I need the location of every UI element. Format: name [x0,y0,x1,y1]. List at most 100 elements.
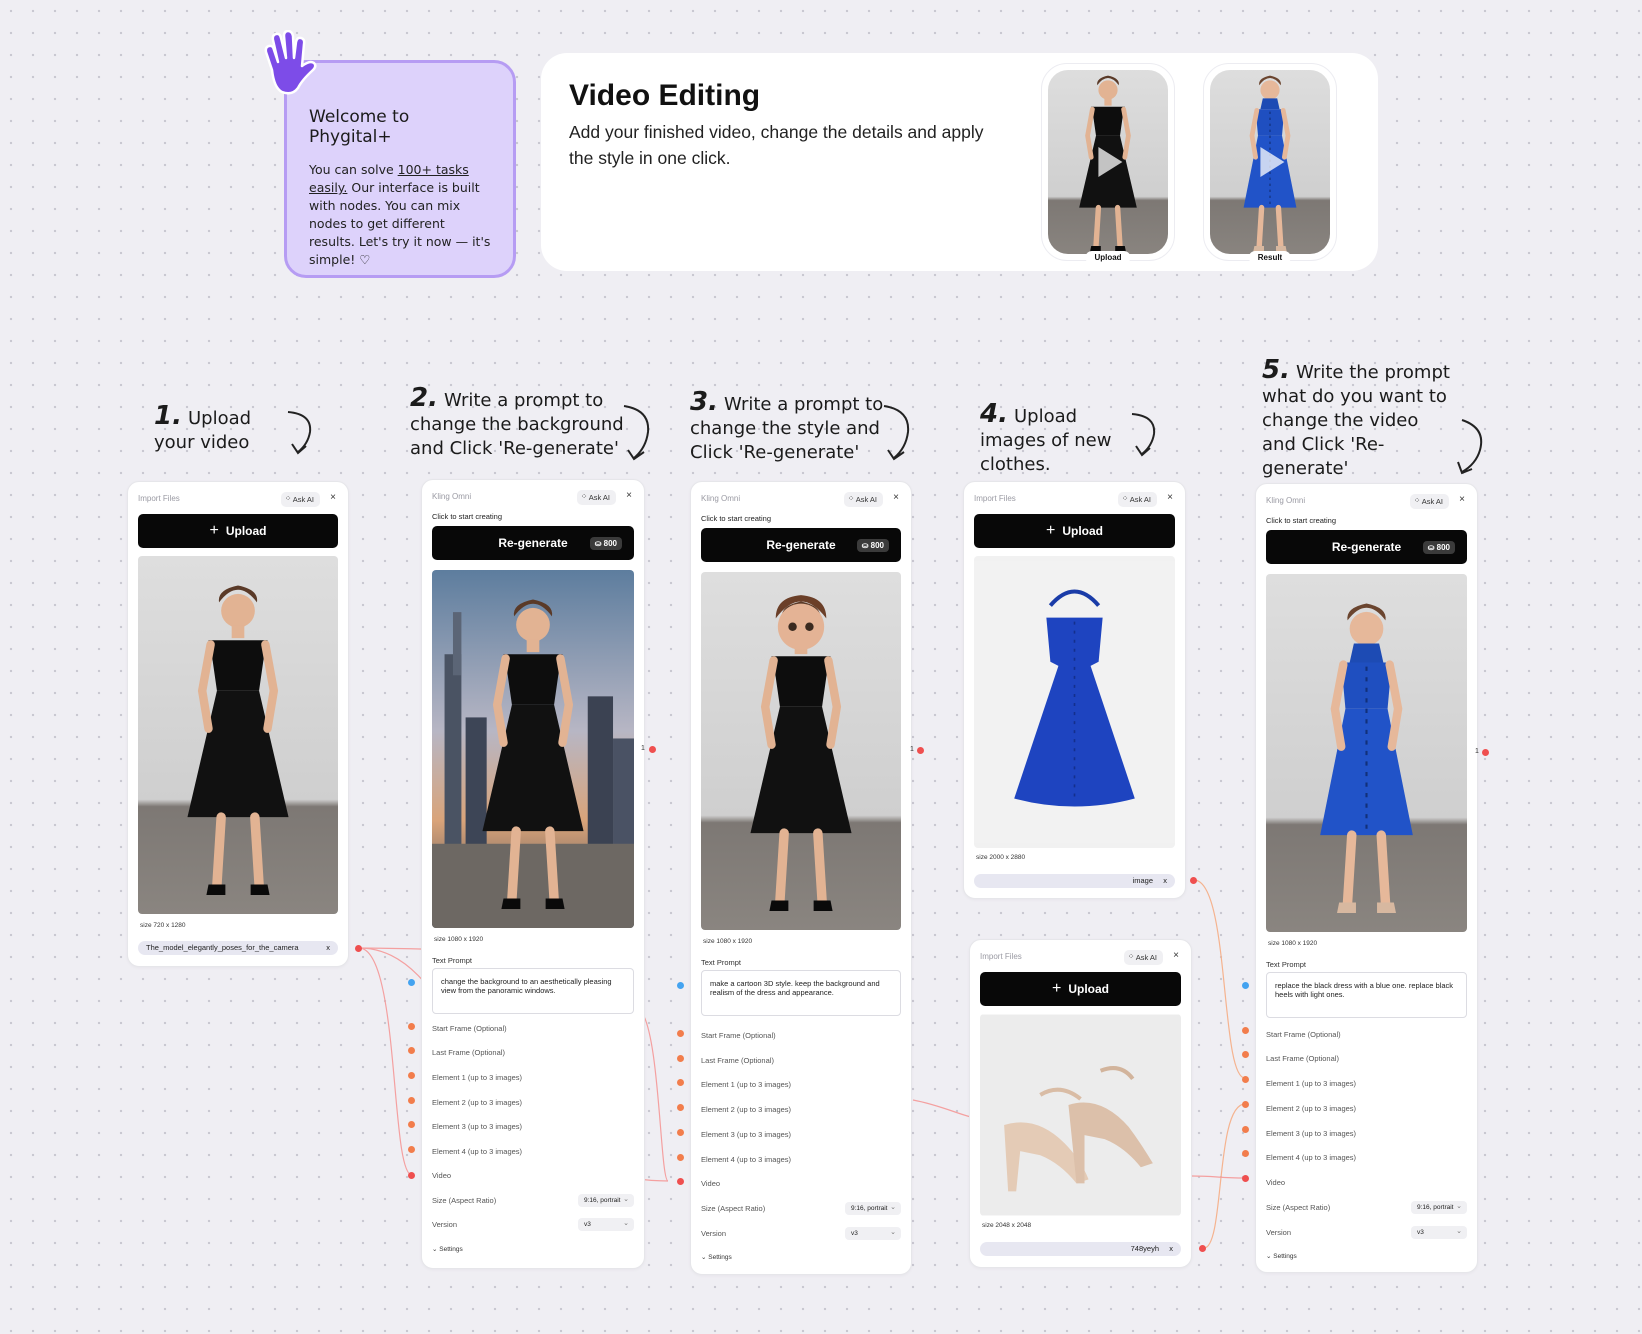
last-frame-field[interactable]: Last Frame (Optional) [1266,1054,1339,1063]
ask-ai-button[interactable]: ⁘ Ask AI [1123,950,1163,965]
close-icon[interactable]: × [1167,492,1173,503]
input-port[interactable] [408,1146,415,1153]
input-port[interactable] [408,979,415,986]
last-frame-field[interactable]: Last Frame (Optional) [701,1056,774,1065]
element-3-field[interactable]: Element 3 (up to 3 images) [701,1130,791,1139]
ask-ai-button[interactable]: ⁘ Ask AI [843,492,883,507]
input-port[interactable] [677,1055,684,1062]
text-prompt-input[interactable]: make a cartoon 3D style. keep the backgr… [701,970,901,1016]
file-chip[interactable]: image x [974,874,1175,888]
upload-thumbnail[interactable]: Upload [1041,63,1175,264]
play-icon[interactable] [1098,147,1123,177]
input-port[interactable] [408,1097,415,1104]
input-port[interactable] [1242,1051,1249,1058]
element-4-field[interactable]: Element 4 (up to 3 images) [701,1155,791,1164]
output-port[interactable] [1199,1245,1206,1252]
dress-image-preview[interactable] [974,556,1175,848]
input-port[interactable] [1242,1175,1249,1182]
upload-button[interactable]: + Upload [138,514,338,548]
close-icon[interactable]: × [1459,494,1465,505]
output-port[interactable] [355,945,362,952]
close-icon[interactable]: × [330,492,336,503]
settings-toggle[interactable]: ⌄ Settings [1266,1252,1297,1260]
file-chip[interactable]: 748yeyh x [980,1242,1181,1256]
import-shoes-node[interactable]: Import Files ⁘ Ask AI × + Upload size 2048 x… [969,939,1192,1268]
close-icon[interactable]: × [1173,950,1179,961]
video-result-preview[interactable] [432,570,634,928]
play-icon[interactable] [1260,147,1285,177]
video-field[interactable]: Video [1266,1178,1285,1187]
ask-ai-button[interactable]: ⁘ Ask AI [280,492,320,507]
input-port[interactable] [1242,1150,1249,1157]
output-port[interactable] [1190,877,1197,884]
output-port[interactable] [649,746,656,753]
remove-file-icon[interactable]: x [1169,1244,1173,1253]
input-port[interactable] [408,1172,415,1179]
ask-ai-button[interactable]: ⁘ Ask AI [576,490,616,505]
import-dress-node[interactable]: Import Files ⁘ Ask AI × + Upload size 2000 x… [963,481,1186,899]
element-2-field[interactable]: Element 2 (up to 3 images) [432,1098,522,1107]
input-port[interactable] [1242,1126,1249,1133]
input-port[interactable] [677,1129,684,1136]
input-port[interactable] [1242,982,1249,989]
ask-ai-button[interactable]: ⁘ Ask AI [1117,492,1157,507]
start-frame-field[interactable]: Start Frame (Optional) [1266,1030,1341,1039]
element-4-field[interactable]: Element 4 (up to 3 images) [1266,1153,1356,1162]
input-port[interactable] [408,1072,415,1079]
remove-file-icon[interactable]: x [1163,876,1167,885]
shoes-image-preview[interactable] [980,1014,1181,1216]
element-1-field[interactable]: Element 1 (up to 3 images) [701,1080,791,1089]
video-result-preview[interactable] [1266,574,1467,932]
aspect-ratio-select[interactable]: 9:16, portrait ⌄ [845,1202,901,1215]
element-3-field[interactable]: Element 3 (up to 3 images) [432,1122,522,1131]
input-port[interactable] [1242,1076,1249,1083]
remove-file-icon[interactable]: x [326,943,330,952]
kling-omni-node-3[interactable]: Kling Omni ⁘ Ask AI × Click to start creati… [1255,483,1478,1273]
ask-ai-button[interactable]: ⁘ Ask AI [1409,494,1449,509]
upload-button[interactable]: + Upload [980,972,1181,1006]
input-port[interactable] [677,1030,684,1037]
element-4-field[interactable]: Element 4 (up to 3 images) [432,1147,522,1156]
last-frame-field[interactable]: Last Frame (Optional) [432,1048,505,1057]
element-2-field[interactable]: Element 2 (up to 3 images) [701,1105,791,1114]
import-video-node[interactable]: Import Files ⁘ Ask AI × + Upload size 720 x … [127,481,349,967]
close-icon[interactable]: × [626,490,632,501]
input-port[interactable] [677,1154,684,1161]
input-port[interactable] [1242,1101,1249,1108]
element-2-field[interactable]: Element 2 (up to 3 images) [1266,1104,1356,1113]
video-field[interactable]: Video [432,1171,451,1180]
text-prompt-input[interactable]: change the background to an aestheticall… [432,968,634,1014]
input-port[interactable] [677,1178,684,1185]
output-port[interactable] [917,747,924,754]
video-result-preview[interactable] [701,572,901,930]
kling-omni-node-1[interactable]: Kling Omni ⁘ Ask AI × Click to start creati… [421,479,645,1269]
input-port[interactable] [677,1104,684,1111]
input-port[interactable] [677,1079,684,1086]
input-port[interactable] [1242,1027,1249,1034]
close-icon[interactable]: × [893,492,899,503]
upload-button[interactable]: + Upload [974,514,1175,548]
element-1-field[interactable]: Element 1 (up to 3 images) [432,1073,522,1082]
version-select[interactable]: v3 ⌄ [845,1227,901,1240]
result-thumbnail[interactable]: Result [1203,63,1337,264]
start-frame-field[interactable]: Start Frame (Optional) [701,1031,776,1040]
version-select[interactable]: v3 ⌄ [1411,1226,1467,1239]
settings-toggle[interactable]: ⌄ Settings [701,1253,732,1261]
element-1-field[interactable]: Element 1 (up to 3 images) [1266,1079,1356,1088]
aspect-ratio-select[interactable]: 9:16, portrait ⌄ [578,1194,634,1207]
input-port[interactable] [408,1023,415,1030]
input-port[interactable] [408,1121,415,1128]
kling-omni-node-2[interactable]: Kling Omni ⁘ Ask AI × Click to start creati… [690,481,912,1275]
file-chip[interactable]: The_model_elegantly_poses_for_the_camera… [138,941,338,955]
regenerate-button[interactable]: Re-generate ⛀ 800 [1266,530,1467,564]
video-preview[interactable] [138,556,338,914]
regenerate-button[interactable]: Re-generate ⛀ 800 [701,528,901,562]
text-prompt-input[interactable]: replace the black dress with a blue one.… [1266,972,1467,1018]
input-port[interactable] [408,1047,415,1054]
aspect-ratio-select[interactable]: 9:16, portrait ⌄ [1411,1201,1467,1214]
settings-toggle[interactable]: ⌄ Settings [432,1245,463,1253]
version-select[interactable]: v3 ⌄ [578,1218,634,1231]
video-field[interactable]: Video [701,1179,720,1188]
output-port[interactable] [1482,749,1489,756]
regenerate-button[interactable]: Re-generate ⛀ 800 [432,526,634,560]
